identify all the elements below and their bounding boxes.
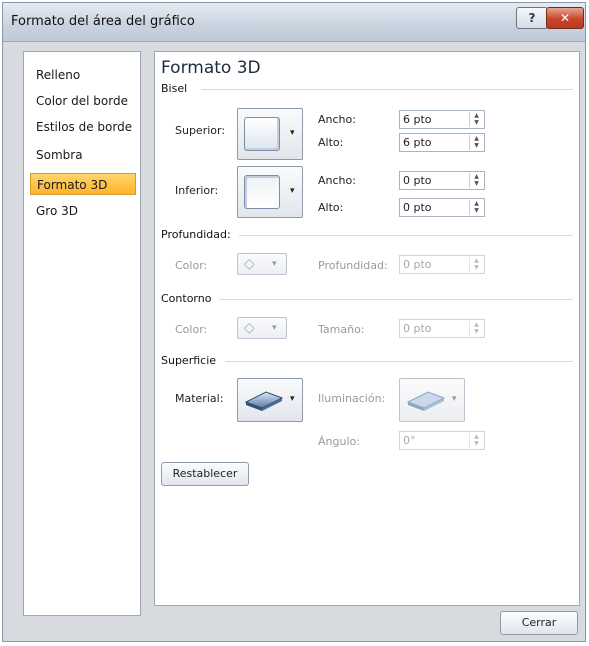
lighting-dropdown[interactable]: ▾ [399,378,465,422]
sidebar-item-relleno[interactable]: Relleno [30,64,136,86]
bevel-top-height-label: Alto: [318,136,344,149]
contour-color-label: Color: [175,323,208,336]
bevel-top-width-label: Ancho: [318,113,356,126]
superior-label: Superior: [175,124,226,137]
lighting-preview-icon [406,391,446,411]
sidebar-item-formato-3d[interactable]: Formato 3D [30,173,136,195]
spin-arrows-icon[interactable]: ▲ ▼ [469,135,483,150]
close-button[interactable]: Cerrar [500,611,578,635]
chevron-down-icon: ▾ [272,323,277,333]
close-icon: ✕ [559,11,571,25]
angle-stepper[interactable]: 0° ▲ ▼ [399,431,485,450]
contour-size-stepper[interactable]: 0 pto ▲ ▼ [399,319,485,338]
bevel-bottom-width-stepper[interactable]: 0 pto ▲ ▼ [399,171,485,190]
paint-bucket-icon: ◇ [244,256,255,272]
contour-color-picker[interactable]: ◇ ▾ [237,317,287,339]
bevel-bottom-width-value: 0 pto [403,174,432,187]
sidebar-item-color-del-borde[interactable]: Color del borde [30,90,136,112]
section-divider [201,89,573,90]
bevel-bottom-height-stepper[interactable]: 0 pto ▲ ▼ [399,198,485,217]
sidebar-item-sombra[interactable]: Sombra [30,144,136,166]
section-bisel: Bisel [161,82,188,95]
spin-arrows-icon[interactable]: ▲ ▼ [469,112,483,127]
bevel-top-preview-icon [244,117,280,151]
dialog-window: Formato del área del gráfico ? ✕ Relleno… [2,2,586,642]
sidebar-item-estilos-de-borde[interactable]: Estilos de borde [30,116,136,138]
angle-value: 0° [403,434,416,447]
chevron-down-icon: ▾ [452,394,457,404]
depth-value: 0 pto [403,258,432,271]
chevron-down-icon: ▾ [290,186,295,196]
bevel-bottom-preview-icon [244,175,280,209]
depth-label: Profundidad: [318,259,388,272]
contour-size-label: Tamaño: [318,323,365,336]
help-icon: ? [528,11,536,25]
material-preview-icon [244,391,284,411]
help-button[interactable]: ? [516,7,548,29]
close-window-button[interactable]: ✕ [546,7,584,29]
reset-button[interactable]: Restablecer [161,462,249,486]
angle-label: Ángulo: [318,435,360,448]
page-title: Formato 3D [161,58,261,78]
chevron-down-icon: ▾ [290,128,295,138]
sidebar-item-giro-3d[interactable]: Gro 3D [30,200,136,222]
bevel-top-dropdown[interactable]: ▾ [237,108,303,160]
paint-bucket-icon: ◇ [244,320,255,336]
section-superficie: Superficie [161,354,217,367]
section-divider [219,299,573,300]
bevel-top-width-stepper[interactable]: 6 pto ▲ ▼ [399,110,485,129]
bevel-bottom-dropdown[interactable]: ▾ [237,166,303,218]
bevel-bottom-width-label: Ancho: [318,174,356,187]
depth-color-picker[interactable]: ◇ ▾ [237,253,287,275]
lighting-label: Iluminación: [318,392,386,405]
depth-color-label: Color: [175,259,208,272]
bevel-top-height-stepper[interactable]: 6 pto ▲ ▼ [399,133,485,152]
chevron-down-icon: ▾ [272,259,277,269]
category-list: Relleno Color del borde Estilos de borde… [23,51,141,616]
material-label: Material: [175,392,224,405]
section-profundidad: Profundidad: [161,228,231,241]
chevron-down-icon: ▾ [290,394,295,404]
title-bar[interactable]: Formato del área del gráfico ? ✕ [3,3,585,42]
depth-stepper[interactable]: 0 pto ▲ ▼ [399,255,485,274]
section-divider [239,235,573,236]
inferior-label: Inferior: [175,184,219,197]
bevel-top-height-value: 6 pto [403,136,432,149]
spin-arrows-icon[interactable]: ▲ ▼ [469,257,483,272]
formato-3d-panel: Formato 3D Bisel Superior: ▾ Ancho: 6 pt… [154,51,580,606]
dialog-title: Formato del área del gráfico [11,14,195,29]
spin-arrows-icon[interactable]: ▲ ▼ [469,321,483,336]
bevel-bottom-height-value: 0 pto [403,201,432,214]
material-dropdown[interactable]: ▾ [237,378,303,422]
contour-size-value: 0 pto [403,322,432,335]
bevel-top-width-value: 6 pto [403,113,432,126]
section-contorno: Contorno [161,292,212,305]
spin-arrows-icon[interactable]: ▲ ▼ [469,173,483,188]
section-divider [225,361,573,362]
bevel-bottom-height-label: Alto: [318,201,344,214]
spin-arrows-icon[interactable]: ▲ ▼ [469,433,483,448]
spin-arrows-icon[interactable]: ▲ ▼ [469,200,483,215]
